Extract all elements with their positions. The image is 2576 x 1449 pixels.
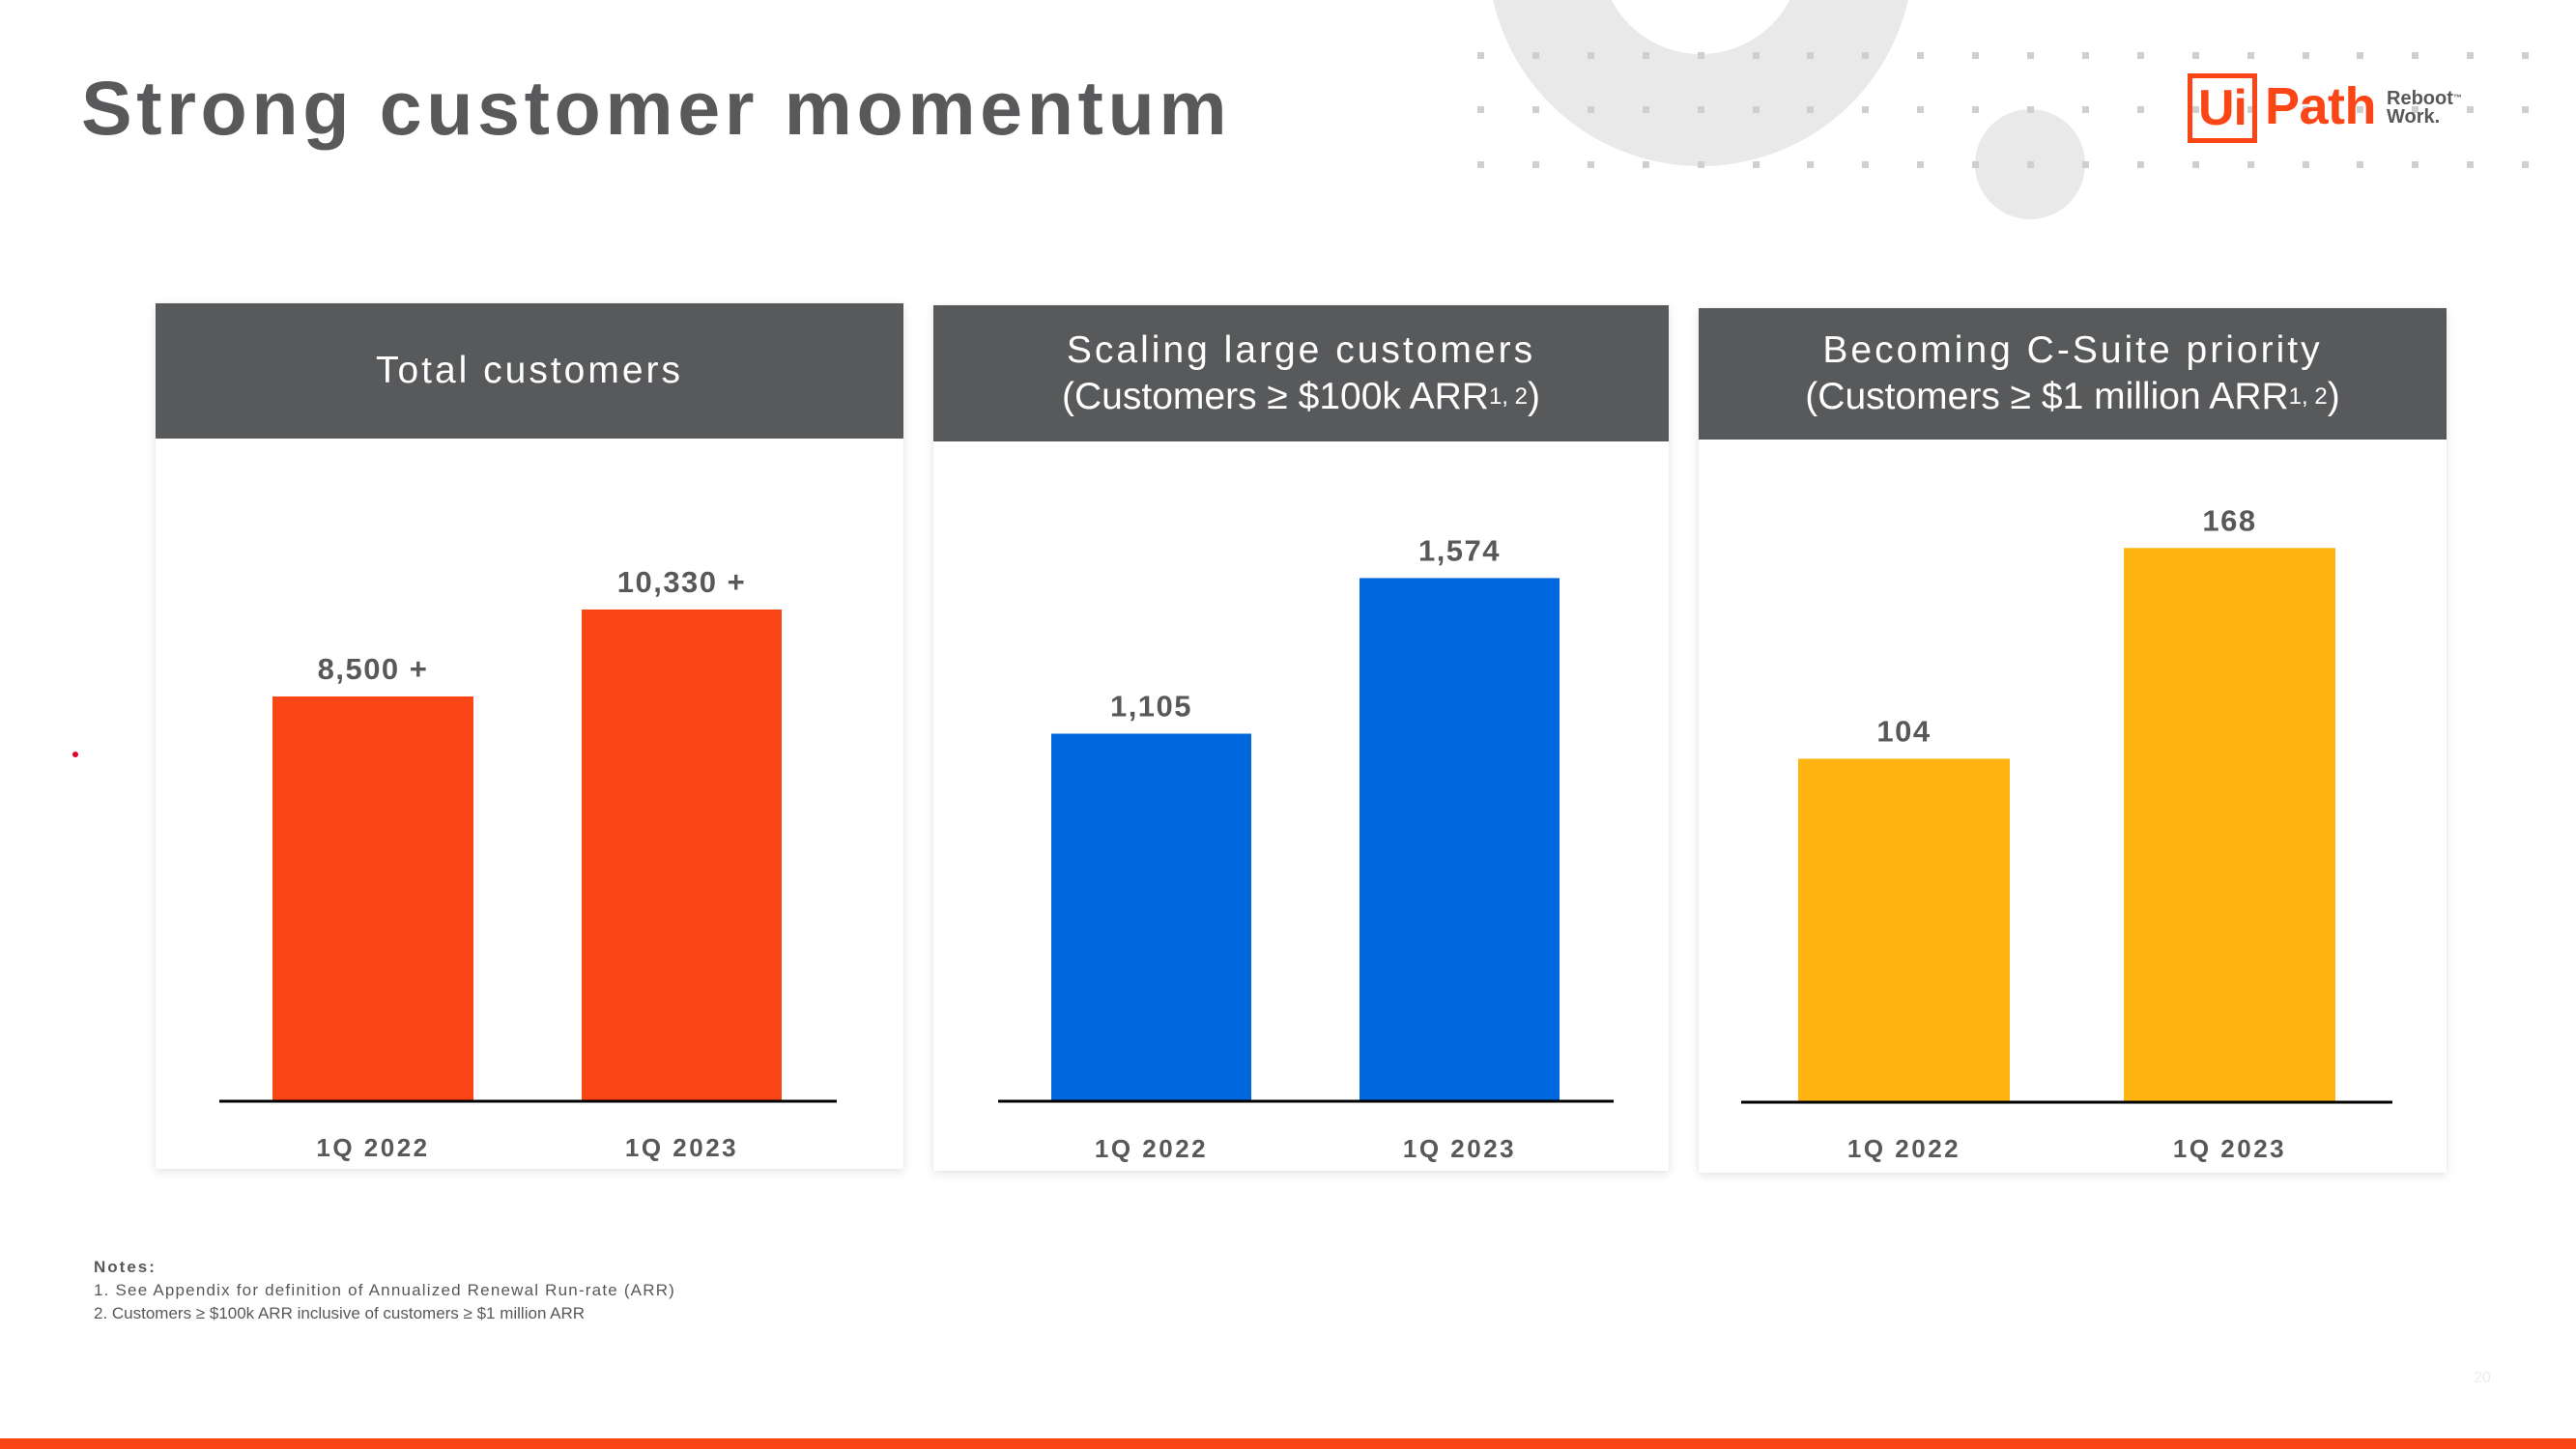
decorative-dot xyxy=(1972,52,1980,59)
data-label: 104 xyxy=(1876,714,1931,748)
notes-title: Notes: xyxy=(94,1258,157,1276)
decorative-dot xyxy=(1587,161,1594,168)
decorative-dot xyxy=(2136,52,2144,59)
bar-1q-2023 xyxy=(582,609,782,1100)
panel-large-customers: Scaling large customers (Customers ≥ $10… xyxy=(933,305,1669,1171)
decorative-dot xyxy=(2081,106,2089,113)
decorative-dot xyxy=(2247,161,2254,168)
data-label: 8,500 + xyxy=(318,652,429,686)
bar-chart-total-customers: 8,500 + 1Q 2022 10,330 + 1Q 2023 xyxy=(219,565,837,1162)
panel-c-suite-priority: Becoming C-Suite priority (Customers ≥ $… xyxy=(1699,308,2447,1173)
decorative-dot xyxy=(1477,106,1484,113)
decorative-dot xyxy=(1642,161,1649,168)
decorative-dot xyxy=(1862,161,1870,168)
decorative-dot xyxy=(1807,161,1815,168)
bar-1q-2022 xyxy=(1798,758,2010,1101)
decorative-dot xyxy=(2357,161,2364,168)
decorative-dot xyxy=(2302,52,2309,59)
decorative-dot xyxy=(1862,106,1870,113)
decorative-dot xyxy=(2302,161,2309,168)
notes: Notes: 1. See Appendix for definition of… xyxy=(94,1256,675,1325)
note-item: 1. See Appendix for definition of Annual… xyxy=(94,1281,676,1299)
decorative-dot xyxy=(2357,52,2364,59)
x-tick-label: 1Q 2022 xyxy=(316,1133,429,1162)
bar-chart-large-customers: 1,105 1Q 2022 1,574 1Q 2023 xyxy=(998,533,1614,1163)
decorative-dot xyxy=(1972,106,1980,113)
note-item: 2. Customers ≥ $100k ARR inclusive of cu… xyxy=(94,1304,586,1322)
decorative-dot xyxy=(2191,161,2199,168)
decorative-dot xyxy=(2522,161,2530,168)
decorative-dot xyxy=(2467,52,2475,59)
decorative-dot xyxy=(1531,106,1539,113)
decorative-dot xyxy=(2412,52,2419,59)
page-title: Strong customer momentum xyxy=(81,65,1232,151)
decorative-dot xyxy=(2247,52,2254,59)
decorative-dot xyxy=(1917,161,1925,168)
x-tick-label: 1Q 2023 xyxy=(2173,1134,2286,1163)
logo-ui-box: Ui xyxy=(2188,73,2257,143)
decorative-dot xyxy=(2522,106,2530,113)
decorative-dot xyxy=(2136,106,2144,113)
data-label: 1,574 xyxy=(1418,533,1501,567)
data-label: 10,330 + xyxy=(617,565,747,599)
logo-tagline: Reboot™ Work. xyxy=(2387,89,2493,128)
data-label: 168 xyxy=(2202,503,2256,537)
decorative-dot xyxy=(2191,52,2199,59)
decorative-ring xyxy=(1488,0,1913,166)
decorative-dot xyxy=(2081,52,2089,59)
panel-total-customers: Total customers 8,500 +1Q 2022 10,330 +1Q… xyxy=(156,303,903,1169)
decorative-dot xyxy=(1477,161,1484,168)
data-label: 1,105 xyxy=(1110,689,1192,723)
bar-1q-2023 xyxy=(1360,578,1560,1100)
x-tick-label: 1Q 2022 xyxy=(1095,1134,1208,1163)
decorative-dot xyxy=(2136,161,2144,168)
decorative-dot xyxy=(2412,161,2419,168)
decorative-dot xyxy=(2522,52,2530,59)
bottom-accent-bar xyxy=(0,1438,2576,1449)
bar-1q-2023 xyxy=(2124,548,2335,1101)
decorative-dot xyxy=(1752,161,1760,168)
decorative-dot xyxy=(1477,52,1484,59)
decorative-dot xyxy=(2027,52,2034,59)
x-tick-label: 1Q 2023 xyxy=(1403,1134,1516,1163)
page-number: 20 xyxy=(2474,1370,2491,1386)
decorative-dot xyxy=(2467,161,2475,168)
x-tick-label: 1Q 2023 xyxy=(625,1133,738,1162)
decorative-dot xyxy=(1917,52,1925,59)
tagline-work: Work. xyxy=(2387,106,2441,128)
bar-1q-2022 xyxy=(272,696,473,1100)
decorative-circle xyxy=(1975,109,2085,219)
red-marker-dot xyxy=(72,752,78,757)
bar-chart-c-suite: 104 1Q 2022 168 1Q 2023 xyxy=(1741,503,2392,1163)
decorative-dot xyxy=(1531,161,1539,168)
trademark-symbol: ™ xyxy=(2452,93,2462,102)
decorative-dot xyxy=(1917,106,1925,113)
bar-1q-2022 xyxy=(1051,733,1251,1100)
logo-path-text: Path xyxy=(2265,77,2377,135)
x-tick-label: 1Q 2022 xyxy=(1847,1134,1961,1163)
